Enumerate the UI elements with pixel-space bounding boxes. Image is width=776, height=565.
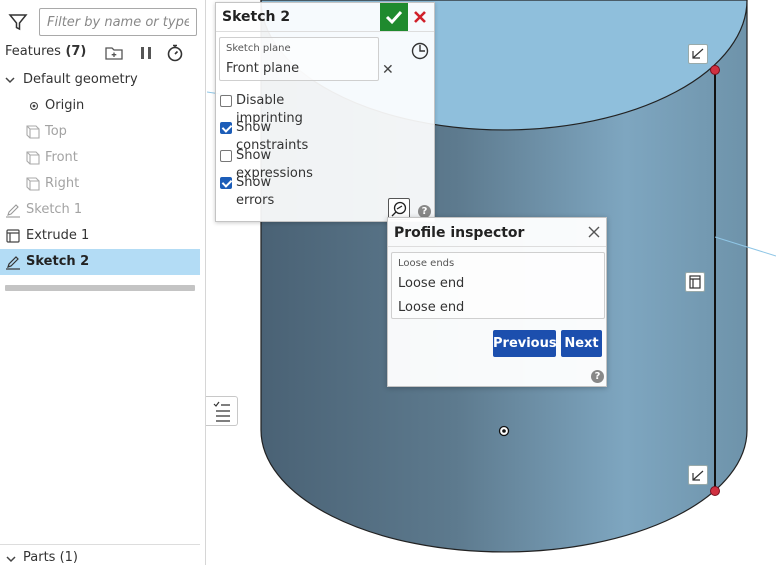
tree-item-sketch-2[interactable]: Sketch 2 [0,249,200,275]
sketch-pencil-icon [6,204,20,218]
sketch-dialog-title: Sketch 2 [222,9,291,25]
extrude-icon [6,229,20,243]
chevron-down-icon[interactable] [4,74,16,86]
tree-label: Origin [45,98,85,113]
tree-item-front-plane[interactable]: Front [0,145,200,171]
next-button[interactable]: Next [561,330,602,357]
parts-section[interactable]: Parts (1) [0,544,200,565]
plane-icon [26,125,40,139]
loose-end-point[interactable] [710,65,720,75]
list-item[interactable]: Loose end [398,276,464,291]
tree-item-default-geometry[interactable]: Default geometry [0,67,200,93]
tree-item-right-plane[interactable]: Right [0,171,200,197]
tree-label: Default geometry [23,72,138,87]
sketch-plane-caption: Sketch plane [226,43,291,54]
loose-end-point[interactable] [710,486,720,496]
vertical-constraint-icon[interactable] [685,272,705,292]
checkbox-box[interactable] [220,150,232,162]
parts-label: Parts (1) [23,550,78,565]
coincident-constraint-icon[interactable] [688,465,708,485]
checkmark-icon [385,10,403,25]
coincident-constraint-icon[interactable] [688,44,708,64]
loose-ends-caption: Loose ends [398,258,455,269]
help-icon[interactable]: ? [591,370,604,383]
tree-label: Right [45,176,80,191]
previous-button[interactable]: Previous [493,330,557,357]
features-header: Features (7) [5,44,86,59]
checkbox-box[interactable] [220,177,232,189]
tree-label: Top [45,124,67,139]
filter-input[interactable] [39,8,197,36]
tree-label: Sketch 2 [26,254,90,269]
profile-inspector-title: Profile inspector [394,225,525,241]
checkbox-box[interactable] [220,95,232,107]
list-icon [213,401,230,422]
tree-item-extrude-1[interactable]: Extrude 1 [0,223,200,249]
feature-tree: Default geometry Origin Top Front Right [0,67,200,275]
tree-item-top-plane[interactable]: Top [0,119,200,145]
sketch-plane-field[interactable]: Sketch plane Front plane [219,37,379,81]
plane-icon [26,151,40,165]
cancel-icon[interactable] [410,7,430,27]
magnifier-sketch-icon [391,201,407,217]
checkbox-label: Show errors [236,175,275,208]
features-count: (7) [65,44,87,59]
feature-panel: Features (7) Default geometry Origin [0,0,206,565]
filter-icon[interactable] [8,12,28,32]
view-normal-icon[interactable] [410,41,430,61]
tree-item-sketch-1[interactable]: Sketch 1 [0,197,200,223]
origin-point-center [502,429,506,433]
close-icon[interactable] [587,225,601,239]
divider [216,31,434,32]
plane-icon [26,177,40,191]
tree-label: Front [45,150,78,165]
sketch-plane-value: Front plane [226,61,300,76]
chevron-down-icon[interactable] [5,553,17,565]
loose-ends-list: Loose ends Loose end Loose end [391,252,605,319]
horizontal-scrollbar[interactable] [5,285,195,291]
checkbox-box[interactable] [220,122,232,134]
profile-inspector-dialog: Profile inspector Loose ends Loose end L… [387,217,607,387]
features-title: Features [5,44,61,59]
clear-plane-icon[interactable]: ✕ [382,62,394,78]
sketch-dialog: Sketch 2 Sketch plane Front plane ✕ Disa… [215,2,435,222]
list-item[interactable]: Loose end [398,300,464,315]
origin-icon [29,101,39,111]
stopwatch-icon[interactable] [165,43,185,63]
tree-item-origin[interactable]: Origin [0,93,200,119]
tree-label: Extrude 1 [26,228,90,243]
sketch-pencil-icon [6,256,20,270]
accept-button[interactable] [380,3,408,31]
divider [388,246,606,247]
pause-icon[interactable] [136,43,156,63]
tree-label: Sketch 1 [26,202,83,217]
add-folder-icon[interactable] [104,43,124,63]
feature-list-toggle-button[interactable] [206,396,238,426]
